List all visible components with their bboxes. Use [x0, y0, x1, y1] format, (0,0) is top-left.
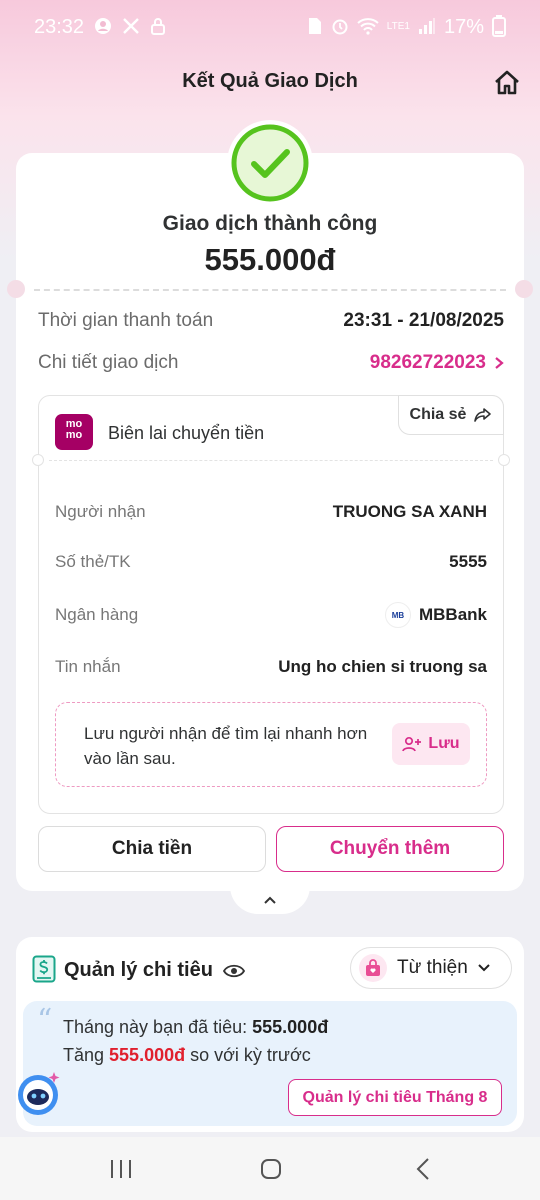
increase-amount: 555.000đ: [109, 1045, 186, 1065]
success-badge: [227, 120, 313, 206]
home-circle-icon: [261, 1159, 281, 1179]
network-type: LTE1: [386, 21, 410, 32]
transaction-id-link[interactable]: 98262722023: [370, 352, 504, 374]
spending-card: Quản lý chi tiêu Từ thiện “ Tháng này bạ…: [16, 937, 524, 1132]
recent-apps-button[interactable]: [106, 1155, 136, 1183]
wifi-icon: [357, 17, 379, 38]
transaction-id: 98262722023: [369, 352, 486, 373]
account-row: Số thẻ/TK 5555: [55, 552, 487, 572]
monthly-spent-amount: 555.000đ: [252, 1017, 329, 1037]
receipt-notch-left: [32, 454, 44, 466]
transfer-receipt: mo mo Biên lai chuyển tiền Chia sẻ Người…: [32, 395, 510, 814]
message-value: Ung ho chien si truong sa: [278, 657, 487, 676]
account-value: 5555: [449, 552, 487, 571]
check-circle-icon: [231, 124, 309, 202]
payment-time-label: Thời gian thanh toán: [38, 310, 214, 331]
x-icon: [122, 17, 140, 38]
sim-icon: [307, 17, 323, 38]
receipt-notch-right: [498, 454, 510, 466]
mbbank-logo: MB: [384, 602, 411, 628]
recipient-label: Người nhận: [55, 502, 146, 521]
save-recipient-button[interactable]: Lưu: [392, 723, 470, 765]
home-icon: [495, 70, 519, 95]
card-notch-left: [7, 280, 25, 298]
increase-prefix: Tăng: [63, 1045, 110, 1065]
category-label: Từ thiện: [397, 957, 468, 978]
card-notch-right: [515, 280, 533, 298]
increase-line: Tăng 555.000đ so với kỳ trước: [63, 1045, 311, 1066]
share-label: Chia sẻ: [409, 406, 467, 423]
divider: [34, 289, 506, 291]
recipient-value: TRUONG SA XANH: [332, 502, 487, 521]
category-selector[interactable]: Từ thiện: [350, 947, 512, 989]
receipt-divider: [49, 460, 493, 461]
save-recipient-hint: Lưu người nhận để tìm lại nhanh hơn vào …: [84, 724, 368, 768]
page-title: Kết Quả Giao Dịch: [182, 70, 358, 92]
spending-title-row: Quản lý chi tiêu: [64, 959, 245, 982]
chevron-up-icon: [264, 896, 276, 904]
lock-icon: [150, 17, 166, 38]
save-label: Lưu: [428, 735, 460, 752]
bank-row: Ngân hàng MB MBBank: [55, 602, 487, 628]
alarm-icon: [331, 17, 349, 38]
bank-value: MB MBBank: [384, 602, 487, 628]
quote-mark-icon: “: [37, 1003, 53, 1038]
payment-time-row: Thời gian thanh toán 23:31 - 21/08/2025: [38, 310, 504, 332]
transaction-status: Giao dịch thành công: [162, 212, 378, 235]
collapse-button[interactable]: [230, 886, 310, 914]
home-nav-button[interactable]: [256, 1155, 286, 1183]
transaction-amount: 555.000đ: [204, 242, 336, 277]
recipient-row: Người nhận TRUONG SA XANH: [55, 502, 487, 522]
monthly-spending-button[interactable]: Quản lý chi tiêu Tháng 8: [288, 1079, 502, 1116]
home-button[interactable]: [492, 68, 522, 98]
message-row: Tin nhắn Ung ho chien si truong sa: [55, 657, 487, 677]
clock: 23:32: [34, 15, 85, 38]
share-arrow-icon: [474, 408, 492, 422]
chevron-down-icon: [478, 964, 490, 972]
momo-logo-text-bottom: mo: [65, 429, 83, 441]
add-user-icon: [402, 736, 422, 752]
status-bar: 23:32 LTE1 17%: [0, 0, 540, 54]
account-label: Số thẻ/TK: [55, 552, 131, 571]
back-button[interactable]: [408, 1155, 438, 1183]
back-icon: [416, 1158, 429, 1180]
bank-label: Ngân hàng: [55, 605, 139, 624]
account-icon: [94, 17, 112, 38]
recent-apps-icon: [111, 1160, 131, 1178]
save-recipient-box: Lưu người nhận để tìm lại nhanh hơn vào …: [55, 702, 487, 787]
system-navigation-bar: [0, 1137, 540, 1200]
transaction-detail-row[interactable]: Chi tiết giao dịch 98262722023: [38, 352, 504, 374]
chevron-right-icon: [495, 357, 504, 369]
monthly-spent-label: Tháng này bạn đã tiêu:: [63, 1017, 253, 1037]
assistant-bot-icon[interactable]: [16, 1070, 62, 1116]
transaction-detail-label: Chi tiết giao dịch: [38, 352, 179, 373]
wallet-dollar-icon: [32, 955, 56, 983]
split-money-button[interactable]: Chia tiền: [38, 826, 266, 872]
monthly-spent-line: Tháng này bạn đã tiêu: 555.000đ: [63, 1017, 328, 1038]
momo-logo: mo mo: [55, 414, 93, 450]
payment-time-value: 23:31 - 21/08/2025: [343, 310, 504, 331]
charity-icon: [359, 954, 387, 982]
increase-suffix: so với kỳ trước: [185, 1045, 311, 1065]
battery-percent: 17%: [443, 15, 484, 38]
battery-icon: [492, 14, 506, 40]
spending-insight: “ Tháng này bạn đã tiêu: 555.000đ Tăng 5…: [23, 1001, 517, 1126]
share-button[interactable]: Chia sẻ: [398, 395, 504, 435]
signal-icon: [418, 17, 436, 38]
spending-title: Quản lý chi tiêu: [64, 959, 213, 981]
receipt-title: Biên lai chuyển tiền: [108, 423, 265, 443]
app-header: Kết Quả Giao Dịch: [0, 58, 540, 108]
eye-icon[interactable]: [222, 964, 245, 978]
message-label: Tin nhắn: [55, 657, 121, 676]
transfer-more-button[interactable]: Chuyển thêm: [276, 826, 504, 872]
bank-name: MBBank: [418, 605, 487, 624]
